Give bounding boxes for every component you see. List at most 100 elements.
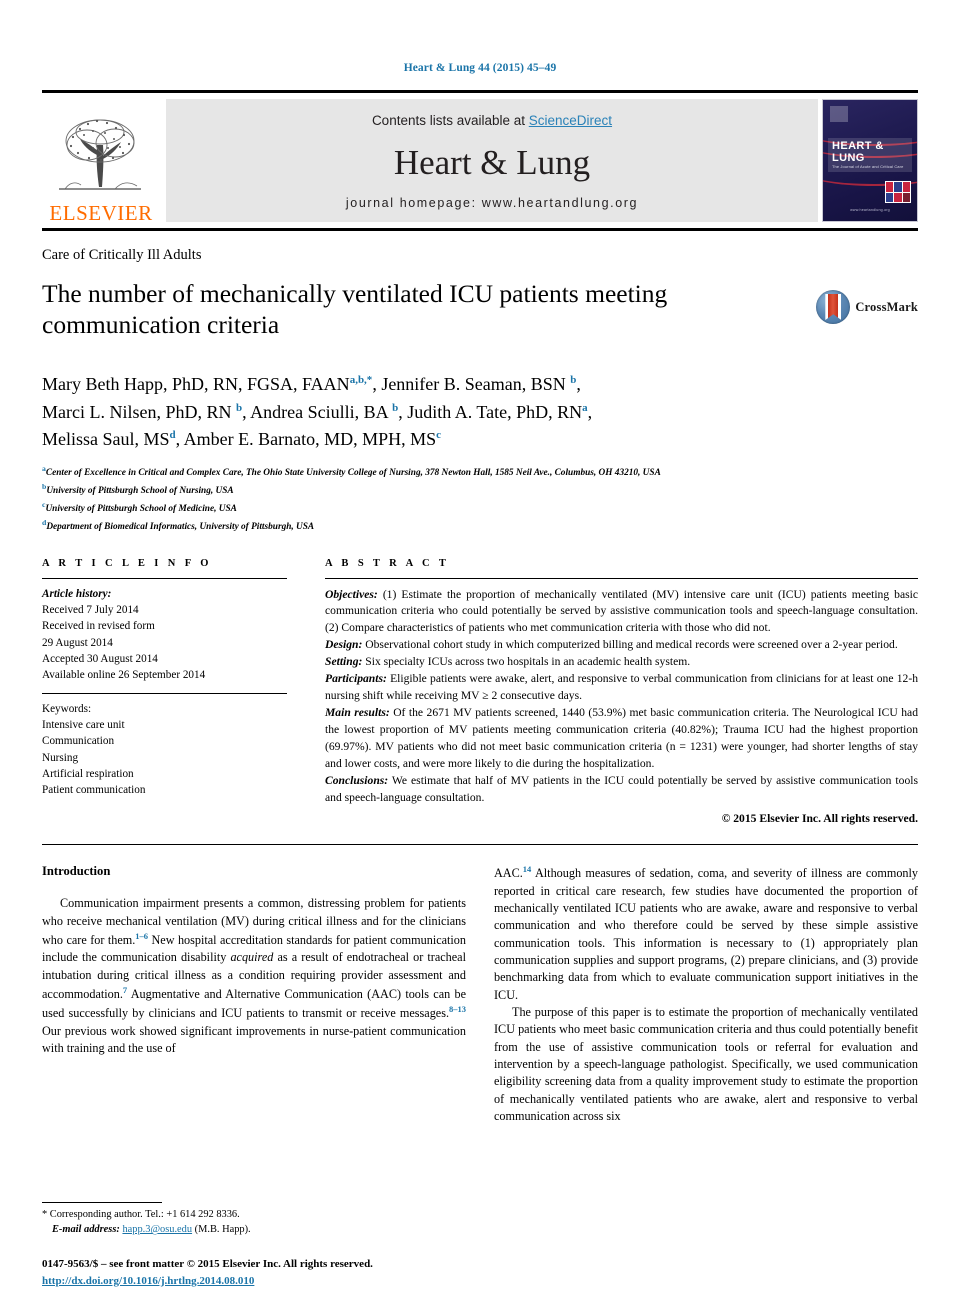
elsevier-tree-icon <box>59 119 141 190</box>
content-divider <box>42 844 918 846</box>
abstract-section-objectives: Objectives: (1) Estimate the proportion … <box>325 587 918 638</box>
abstract-text-participants: Eligible patients were awake, alert, and… <box>325 672 918 703</box>
cover-url: www.heartandlung.org <box>850 208 890 212</box>
author-line-3: Melissa Saul, MSd, Amber E. Barnato, MD,… <box>42 429 442 450</box>
intro-italic-acquired: acquired <box>230 950 274 965</box>
crossmark-icon <box>816 290 851 324</box>
email-link[interactable]: happ.3@osu.edu <box>122 1224 192 1235</box>
history-item: 29 August 2014 <box>42 636 113 649</box>
abstract-section-main-results: Main results: Of the 2671 MV patients sc… <box>325 705 918 773</box>
abstract-copyright: © 2015 Elsevier Inc. All rights reserved… <box>721 812 918 826</box>
masthead-center: Contents lists available at ScienceDirec… <box>166 99 818 222</box>
intro-cont-text-a: AAC. <box>494 866 523 881</box>
cover-title-band: HEART & LUNG The Journal of Acute and Cr… <box>828 138 912 173</box>
email-label: E-mail address: <box>52 1224 120 1236</box>
journal-section-label: Care of Critically Ill Adults <box>42 247 202 263</box>
footnote-divider <box>42 1202 162 1204</box>
keywords-label: Keywords: <box>42 702 92 715</box>
affiliation-a: aCenter of Excellence in Critical and Co… <box>42 464 661 479</box>
keyword-item: Communication <box>42 735 115 748</box>
doi-link[interactable]: http://dx.doi.org/10.1016/j.hrtlng.2014.… <box>42 1275 254 1287</box>
footnote-area: * Corresponding author. Tel.: +1 614 292… <box>42 1202 472 1289</box>
abstract-text-setting: Six specialty ICUs across two hospitals … <box>362 655 691 669</box>
cover-title: HEART & LUNG <box>832 140 884 164</box>
history-item: Accepted 30 August 2014 <box>42 652 158 665</box>
body-column-right: AAC.14 Although measures of sedation, co… <box>494 863 918 1125</box>
cover-elsevier-icon <box>830 106 848 122</box>
article-page: Heart & Lung 44 (2015) 45–49 ELSEVIER Co… <box>0 0 960 1305</box>
affiliation-d: dDepartment of Biomedical Informatics, U… <box>42 518 315 533</box>
affiliation-d-text: Department of Biomedical Informatics, Un… <box>46 522 315 533</box>
keyword-item: Patient communication <box>42 784 146 797</box>
email-suffix: (M.B. Happ). <box>192 1224 251 1236</box>
title-row: The number of mechanically ventilated IC… <box>42 264 918 357</box>
info-abstract-region: A R T I C L E I N F O Article history: R… <box>42 558 918 829</box>
article-info-column: A R T I C L E I N F O Article history: R… <box>42 558 287 829</box>
affiliation-list: aCenter of Excellence in Critical and Co… <box>42 463 918 535</box>
author-line-1: Mary Beth Happ, PhD, RN, FGSA, FAANa,b,*… <box>42 374 581 395</box>
cover-color-blocks <box>885 181 911 203</box>
reference-1-6[interactable]: 1–6 <box>135 931 148 941</box>
keyword-item: Intensive care unit <box>42 718 125 731</box>
cover-subtitle: The Journal of Acute and Critical Care <box>832 164 904 170</box>
abstract-label-design: Design: <box>325 638 363 652</box>
introduction-heading: Introduction <box>42 864 111 879</box>
keyword-item: Artificial respiration <box>42 767 134 780</box>
article-history-label: Article history: <box>42 587 112 600</box>
intro-paragraph-1: Communication impairment presents a comm… <box>42 895 466 1057</box>
crossmark-badge-group[interactable]: CrossMark <box>816 290 918 324</box>
contents-prefix: Contents lists available at <box>371 113 529 128</box>
affiliation-c-text: University of Pittsburgh School of Medic… <box>45 504 237 515</box>
abstract-section-conclusions: Conclusions: We estimate that half of MV… <box>325 773 918 807</box>
contents-available-line: Contents lists available at ScienceDirec… <box>372 113 612 128</box>
journal-homepage-line: journal homepage: www.heartandlung.org <box>345 196 639 210</box>
history-item: Received in revised form <box>42 620 155 633</box>
keyword-item: Nursing <box>42 751 79 764</box>
reference-8-13[interactable]: 8–13 <box>449 1004 466 1014</box>
crossmark-label: CrossMark <box>855 299 918 314</box>
issn-line: 0147-9563/$ – see front matter © 2015 El… <box>42 1258 373 1270</box>
running-head: Heart & Lung 44 (2015) 45–49 <box>403 62 557 74</box>
author-list: Mary Beth Happ, PhD, RN, FGSA, FAANa,b,*… <box>42 371 762 453</box>
keywords-block: Keywords: Intensive care unit Communicat… <box>42 694 287 799</box>
intro-paragraph-1-continued: AAC.14 Although measures of sedation, co… <box>494 863 918 1004</box>
history-item: Received 7 July 2014 <box>42 603 139 616</box>
elsevier-logo: ELSEVIER <box>42 93 160 228</box>
article-info-heading: A R T I C L E I N F O <box>42 557 212 569</box>
abstract-text-design: Observational cohort study in which comp… <box>362 638 898 652</box>
abstract-label-conclusions: Conclusions: <box>325 773 389 787</box>
abstract-section-design: Design: Observational cohort study in wh… <box>325 637 918 654</box>
article-body: Introduction Communication impairment pr… <box>42 863 918 1125</box>
email-note: E-mail address: happ.3@osu.edu (M.B. Hap… <box>42 1223 472 1238</box>
intro-cont-text-b: Although measures of sedation, coma, and… <box>494 866 918 1002</box>
abstract-label-setting: Setting: <box>325 655 363 669</box>
elsevier-wordmark: ELSEVIER <box>49 201 153 225</box>
history-item: Available online 26 September 2014 <box>42 669 206 682</box>
intro-paragraph-2: The purpose of this paper is to estimate… <box>494 1005 918 1124</box>
abstract-body: Objectives: (1) Estimate the proportion … <box>325 579 918 829</box>
abstract-heading: A B S T R A C T <box>325 557 450 569</box>
page-title: The number of mechanically ventilated IC… <box>42 279 668 340</box>
abstract-text-main-results: Of the 2671 MV patients screened, 1440 (… <box>325 705 919 770</box>
author-line-2: Marci L. Nilsen, PhD, RN b, Andrea Sciul… <box>42 401 593 422</box>
affiliation-c: cUniversity of Pittsburgh School of Medi… <box>42 500 237 515</box>
sciencedirect-link[interactable]: ScienceDirect <box>529 113 612 128</box>
abstract-text-objectives: (1) Estimate the proportion of mechanica… <box>325 587 918 635</box>
journal-cover-thumbnail: HEART & LUNG The Journal of Acute and Cr… <box>822 99 918 222</box>
article-history-block: Article history: Received 7 July 2014 Re… <box>42 579 287 693</box>
abstract-label-participants: Participants: <box>325 672 387 686</box>
abstract-section-participants: Participants: Eligible patients were awa… <box>325 671 918 705</box>
affiliation-b-text: University of Pittsburgh School of Nursi… <box>46 486 234 497</box>
affiliation-b: bUniversity of Pittsburgh School of Nurs… <box>42 482 234 497</box>
abstract-column: A B S T R A C T Objectives: (1) Estimate… <box>325 558 918 829</box>
body-column-left: Introduction Communication impairment pr… <box>42 863 466 1125</box>
corresponding-author-note: * Corresponding author. Tel.: +1 614 292… <box>42 1209 240 1221</box>
affiliation-a-text: Center of Excellence in Critical and Com… <box>45 468 661 479</box>
issn-block: 0147-9563/$ – see front matter © 2015 El… <box>42 1256 472 1289</box>
abstract-label-objectives: Objectives: <box>325 587 378 601</box>
reference-14[interactable]: 14 <box>523 864 532 874</box>
abstract-text-conclusions: We estimate that half of MV patients in … <box>325 773 918 804</box>
abstract-label-main-results: Main results: <box>325 705 390 719</box>
intro-text-e: Our previous work showed significant imp… <box>42 1023 466 1056</box>
journal-masthead: ELSEVIER Contents lists available at Sci… <box>42 90 918 231</box>
